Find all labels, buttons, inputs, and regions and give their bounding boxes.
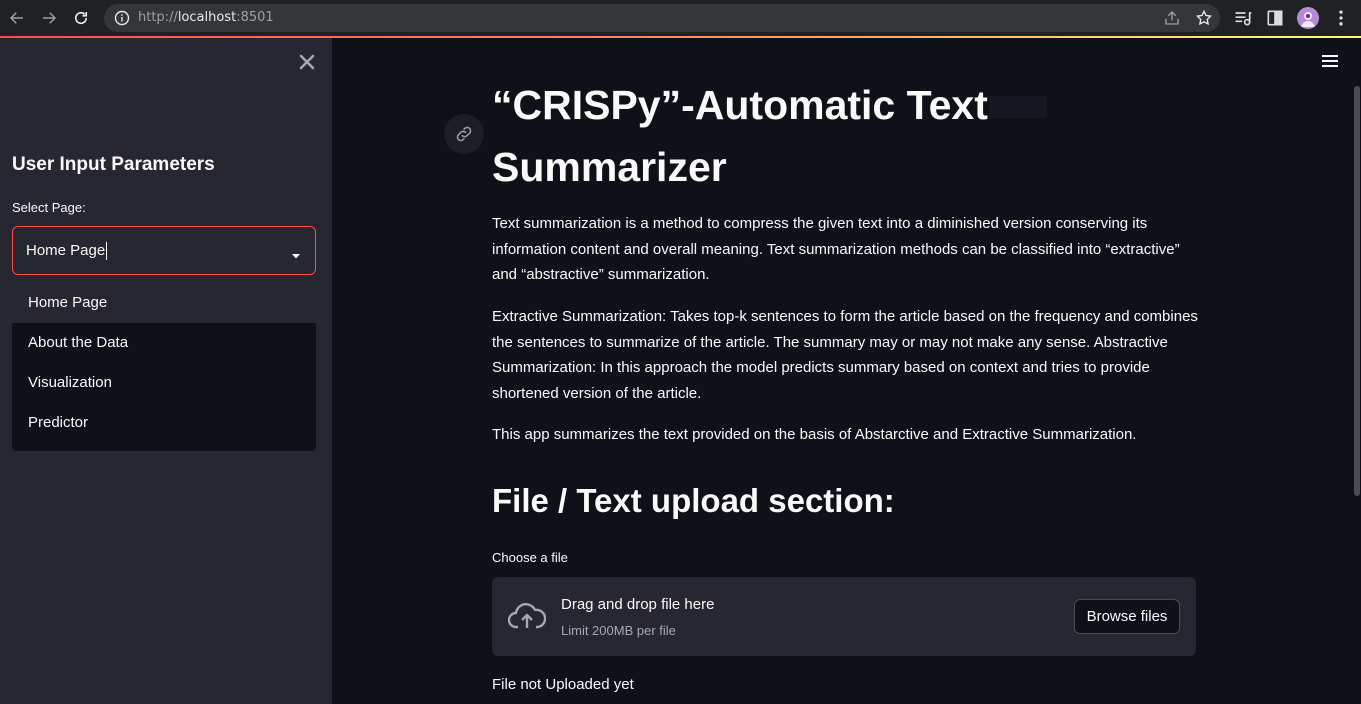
browse-files-button[interactable]: Browse files: [1074, 599, 1180, 634]
browser-toolbar: http://localhost:8501: [0, 0, 1361, 36]
page-title-line2: Summarizer: [492, 144, 727, 190]
share-icon[interactable]: [1163, 9, 1181, 27]
text-cursor: [106, 242, 108, 261]
page-dropdown-menu: Home Page About the Data Visualization P…: [12, 283, 316, 451]
select-page-label: Select Page:: [12, 200, 86, 215]
intro-paragraph: Text summarization is a method to compre…: [492, 215, 1180, 283]
hamburger-icon[interactable]: [1322, 54, 1338, 68]
drag-drop-text: Drag and drop file here: [561, 596, 715, 613]
upload-section-heading: File / Text upload section:: [492, 482, 895, 519]
app-description-paragraph: This app summarizes the text provided on…: [492, 426, 1137, 443]
chevron-down-icon[interactable]: [291, 247, 301, 259]
more-icon[interactable]: [1331, 8, 1351, 28]
sidebar: User Input Parameters Select Page: Home …: [0, 38, 332, 704]
sidebar-heading: User Input Parameters: [12, 154, 215, 175]
page-title-line1: “CRISPy”-Automatic Text: [492, 82, 988, 128]
upload-status-text: File not Uploaded yet: [492, 676, 634, 693]
dropdown-option-predictor[interactable]: Predictor: [12, 403, 316, 443]
url-text: http://localhost:8501: [138, 10, 274, 25]
star-icon[interactable]: [1195, 9, 1213, 27]
address-bar[interactable]: http://localhost:8501: [104, 4, 1220, 32]
page-select-value-text: Home Page: [26, 242, 106, 259]
summarization-types-paragraph: Extractive Summarization: Takes top-k se…: [492, 308, 1198, 402]
dropdown-option-visualization[interactable]: Visualization: [12, 363, 316, 403]
reload-icon[interactable]: [70, 7, 92, 29]
url-port: :8501: [236, 10, 274, 25]
media-icon[interactable]: [1233, 8, 1253, 28]
info-icon[interactable]: [114, 10, 130, 26]
link-icon[interactable]: [444, 114, 484, 154]
dropdown-option-home-page[interactable]: Home Page: [12, 283, 316, 323]
sidepanel-icon[interactable]: [1265, 8, 1285, 28]
close-icon[interactable]: [297, 52, 317, 72]
main-content: “CRISPy”-Automatic Text Summarizer Text …: [332, 38, 1361, 704]
file-limit-text: Limit 200MB per file: [561, 623, 676, 638]
page-title: “CRISPy”-Automatic Text Summarizer: [492, 74, 1092, 198]
cloud-upload-icon: [507, 601, 547, 631]
url-host: localhost: [177, 10, 237, 25]
url-prefix: http://: [138, 10, 178, 25]
forward-icon[interactable]: [38, 7, 60, 29]
dropdown-option-about-the-data[interactable]: About the Data: [12, 323, 316, 363]
title-overlay-artifact: [989, 96, 1047, 118]
scrollbar[interactable]: [1354, 86, 1360, 496]
file-dropzone[interactable]: Drag and drop file here Limit 200MB per …: [492, 577, 1196, 656]
choose-file-label: Choose a file: [492, 550, 568, 565]
page-select[interactable]: Home Page: [12, 226, 316, 275]
back-icon[interactable]: [6, 7, 28, 29]
page-select-value: Home Page: [26, 242, 108, 261]
profile-avatar[interactable]: [1297, 7, 1319, 29]
